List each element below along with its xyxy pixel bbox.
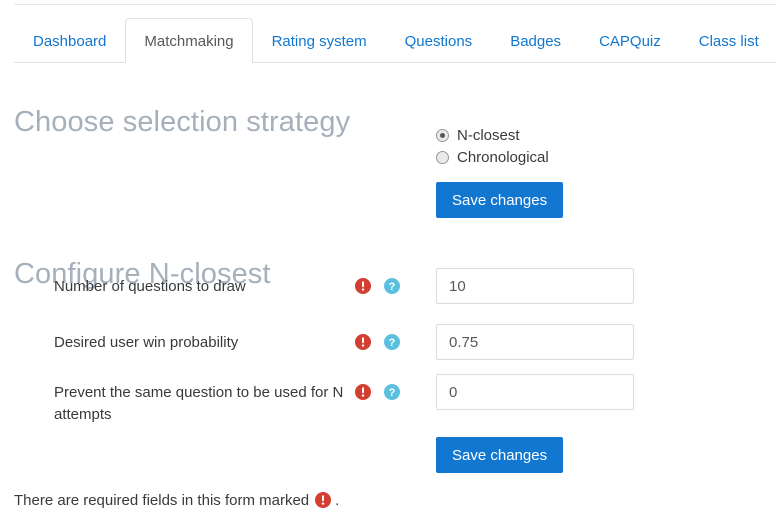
- field-label: Prevent the same question to be used for…: [54, 382, 354, 426]
- selection-strategy-radio-group: N-closest Chronological: [436, 124, 549, 168]
- tab-capquiz[interactable]: CAPQuiz: [580, 18, 680, 63]
- tab-badges[interactable]: Badges: [491, 18, 580, 63]
- svg-text:?: ?: [389, 281, 396, 293]
- help-question-icon[interactable]: ?: [384, 278, 400, 294]
- radio-mark-icon: [436, 151, 449, 164]
- save-config-button[interactable]: Save changes: [436, 437, 563, 473]
- radio-option-chronological[interactable]: Chronological: [436, 146, 549, 168]
- required-exclamation-icon: [355, 278, 371, 294]
- required-exclamation-icon: [355, 384, 371, 400]
- required-exclamation-icon: [315, 492, 331, 508]
- tab-label: Rating system: [272, 34, 367, 49]
- svg-text:?: ?: [389, 387, 396, 399]
- prevent-same-question-input[interactable]: [436, 374, 634, 410]
- field-label: Desired user win probability: [54, 332, 354, 354]
- tab-dashboard[interactable]: Dashboard: [14, 18, 125, 63]
- radio-mark-icon: [436, 129, 449, 142]
- tab-label: Dashboard: [33, 34, 106, 49]
- tab-matchmaking[interactable]: Matchmaking: [125, 18, 252, 63]
- save-strategy-button[interactable]: Save changes: [436, 182, 563, 218]
- radio-option-n-closest[interactable]: N-closest: [436, 124, 549, 146]
- required-fields-note-period: .: [335, 493, 339, 508]
- help-question-icon[interactable]: ?: [384, 334, 400, 350]
- radio-option-label: Chronological: [457, 150, 549, 165]
- tab-label: Badges: [510, 34, 561, 49]
- choose-selection-strategy-heading: Choose selection strategy: [14, 106, 350, 139]
- tab-rating-system[interactable]: Rating system: [253, 18, 386, 63]
- radio-option-label: N-closest: [457, 128, 520, 143]
- number-of-questions-input[interactable]: [436, 268, 634, 304]
- tab-label: Questions: [405, 34, 473, 49]
- tab-bar: Dashboard Matchmaking Rating system Ques…: [0, 4, 776, 63]
- tab-label: Class list: [699, 34, 759, 49]
- tabbar-top-divider: [14, 4, 776, 5]
- tab-label: Matchmaking: [144, 34, 233, 49]
- form-row-number-of-questions: Number of questions to draw ?: [0, 268, 776, 312]
- tab-questions[interactable]: Questions: [386, 18, 492, 63]
- tab-class-list[interactable]: Class list: [680, 18, 776, 63]
- field-label: Number of questions to draw: [54, 276, 354, 298]
- tab-label: CAPQuiz: [599, 34, 661, 49]
- required-exclamation-icon: [355, 334, 371, 350]
- form-row-prevent-same-question: Prevent the same question to be used for…: [0, 374, 776, 426]
- help-question-icon[interactable]: ?: [384, 384, 400, 400]
- win-probability-input[interactable]: [436, 324, 634, 360]
- svg-text:?: ?: [389, 337, 396, 349]
- required-fields-note-text: There are required fields in this form m…: [14, 493, 309, 508]
- form-row-win-probability: Desired user win probability ?: [0, 324, 776, 368]
- tab-list: Dashboard Matchmaking Rating system Ques…: [14, 18, 776, 63]
- page-root: Dashboard Matchmaking Rating system Ques…: [0, 0, 776, 528]
- required-fields-note: There are required fields in this form m…: [14, 492, 339, 508]
